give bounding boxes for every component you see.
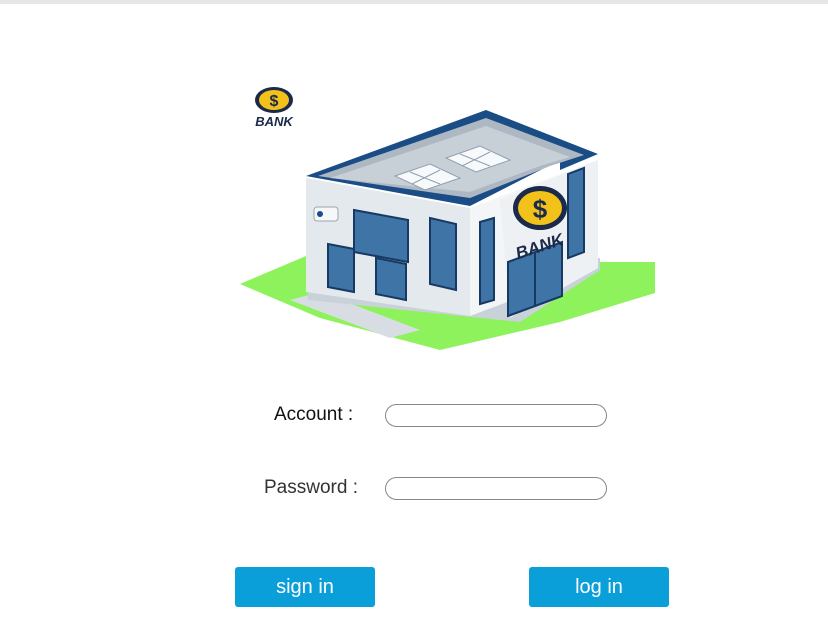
account-label: Account : — [274, 404, 354, 425]
svg-text:$: $ — [533, 194, 548, 224]
log-in-button[interactable]: log in — [529, 567, 669, 607]
sign-in-button[interactable]: sign in — [235, 567, 375, 607]
password-input[interactable] — [385, 477, 607, 500]
window-top-border — [0, 0, 828, 4]
building-side-door — [327, 242, 355, 294]
svg-text:$: $ — [270, 93, 279, 110]
password-label: Password : — [264, 477, 358, 498]
account-input[interactable] — [385, 404, 607, 427]
bank-building-illustration: $ BANK $ BANK — [240, 87, 655, 350]
login-page: $ BANK $ BANK Account: Password: sign … — [0, 0, 828, 636]
bank-logo: $ BANK — [255, 87, 294, 129]
bank-logo-text: BANK — [255, 114, 294, 129]
